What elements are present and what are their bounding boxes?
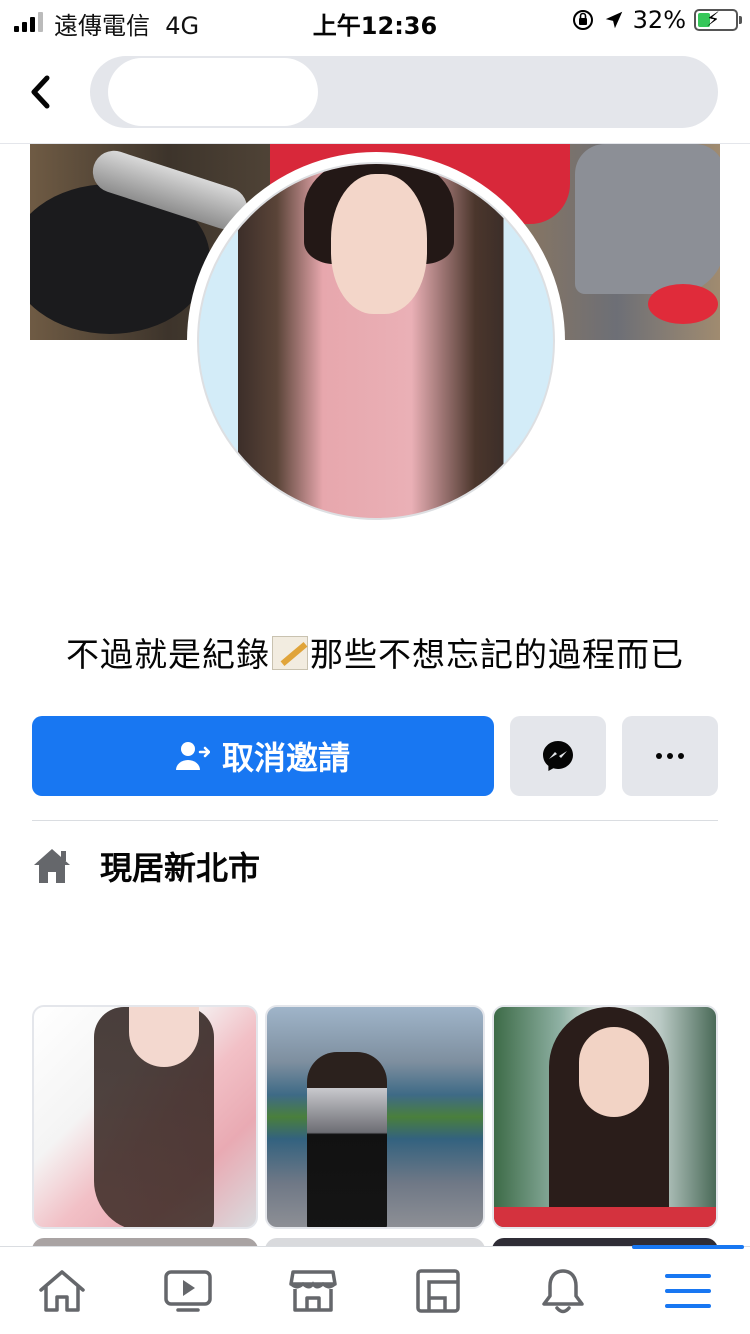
featured-photo-1[interactable] (32, 1005, 258, 1229)
battery-percent: 32% (632, 6, 686, 34)
person-arrow-icon (175, 742, 210, 770)
location-text: 現居新北市 (100, 849, 261, 887)
menu-icon (665, 1274, 711, 1308)
cancel-request-button[interactable]: 取消邀請 (32, 716, 494, 796)
tab-notifications[interactable] (523, 1255, 603, 1327)
battery-icon: ⚡ (694, 7, 742, 31)
tab-menu[interactable] (648, 1255, 728, 1327)
charging-bolt-icon: ⚡ (706, 7, 721, 31)
bottom-tab-bar (0, 1245, 750, 1334)
memo-icon (272, 636, 308, 670)
redacted-name-blot (108, 58, 318, 126)
status-right-group: 32% ⚡ (571, 6, 742, 34)
profile-bio: 不過就是紀錄 那些不想忘記的過程而已 (66, 635, 684, 674)
chevron-left-icon (31, 75, 50, 109)
divider (32, 820, 718, 821)
more-options-button[interactable] (622, 716, 718, 796)
messenger-button[interactable] (510, 716, 606, 796)
store-icon (289, 1270, 337, 1312)
cancel-request-label: 取消邀請 (221, 739, 350, 777)
location-row: 現居新北市 (32, 842, 260, 890)
tab-feeds[interactable] (398, 1255, 478, 1327)
tab-home[interactable] (22, 1255, 102, 1327)
more-dots-icon (656, 753, 684, 759)
home-icon (39, 1270, 85, 1312)
profile-avatar[interactable] (187, 152, 565, 530)
tab-marketplace[interactable] (273, 1255, 353, 1327)
featured-photo-2[interactable] (265, 1005, 485, 1229)
bell-icon (542, 1269, 584, 1314)
tab-watch[interactable] (148, 1255, 228, 1327)
home-location-icon (34, 849, 70, 883)
back-button[interactable] (22, 70, 58, 114)
orientation-lock-icon (572, 10, 593, 30)
profile-picture (197, 162, 555, 520)
feeds-icon (416, 1269, 460, 1313)
active-tab-indicator (632, 1245, 744, 1249)
messenger-icon (543, 741, 573, 771)
location-arrow-icon (605, 11, 622, 29)
status-bar: 遠傳電信 4G 上午12:36 32% ⚡ (0, 0, 750, 42)
video-icon (164, 1270, 212, 1312)
nav-header (0, 42, 750, 144)
featured-photo-3[interactable] (492, 1005, 718, 1229)
